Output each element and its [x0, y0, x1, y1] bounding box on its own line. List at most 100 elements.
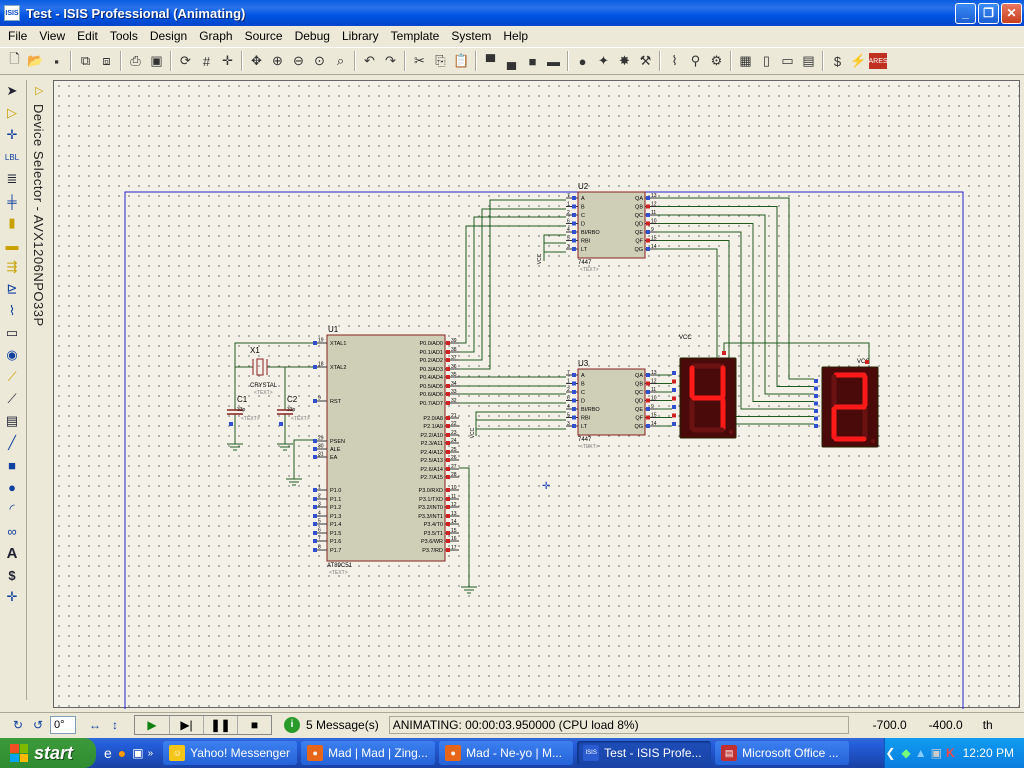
buses-icon[interactable]: ╪: [0, 190, 24, 212]
rotate-cw-icon[interactable]: ↻: [8, 718, 28, 732]
quicklaunch-ie-icon[interactable]: e: [104, 745, 112, 761]
paste-icon[interactable]: 📋: [451, 51, 472, 72]
start-button[interactable]: start: [0, 738, 96, 768]
export-icon[interactable]: ⧈: [96, 51, 117, 72]
tray-arrow-icon[interactable]: ❮: [885, 746, 895, 760]
goto-sheet-icon[interactable]: ▤: [798, 51, 819, 72]
marker-tool-icon[interactable]: ✛: [0, 586, 24, 608]
zoom-all-icon[interactable]: ⊙: [309, 51, 330, 72]
quicklaunch-firefox-icon[interactable]: ●: [118, 745, 126, 761]
units-indicator[interactable]: th: [983, 718, 993, 732]
save-icon[interactable]: ▪: [46, 51, 67, 72]
import-icon[interactable]: ⧉: [75, 51, 96, 72]
pause-button[interactable]: ❚❚: [203, 715, 237, 734]
zoom-area-icon[interactable]: ⌕: [330, 51, 351, 72]
mirror-y-icon[interactable]: ↕: [106, 718, 124, 732]
messages-info-icon[interactable]: i: [284, 716, 300, 733]
menu-graph[interactable]: Graph: [193, 29, 238, 43]
task-firefox-mad-zing[interactable]: ● Mad | Mad | Zing...: [301, 741, 436, 765]
terminals-icon[interactable]: ▬: [0, 234, 24, 256]
tray-printer-icon[interactable]: ▣: [931, 746, 942, 760]
redo-icon[interactable]: ↷: [380, 51, 401, 72]
menu-help[interactable]: Help: [497, 29, 534, 43]
selection-mode-icon[interactable]: ➤: [0, 80, 24, 102]
symbol-tool-icon[interactable]: $: [0, 564, 24, 586]
generator-icon[interactable]: ⌇: [0, 300, 24, 322]
tray-antivirus-icon[interactable]: K: [946, 746, 955, 760]
task-yahoo-messenger[interactable]: ☺ Yahoo! Messenger: [163, 741, 298, 765]
graph-mode-icon[interactable]: ⊵: [0, 278, 24, 300]
title-bar[interactable]: ISIS Test - ISIS Professional (Animating…: [0, 0, 1024, 26]
task-microsoft-office[interactable]: ▤ Microsoft Office ...: [715, 741, 850, 765]
menu-design[interactable]: Design: [144, 29, 193, 43]
virtual-instruments-icon[interactable]: ⟋: [0, 388, 24, 410]
menu-system[interactable]: System: [445, 29, 497, 43]
tray-shield-icon[interactable]: ▲: [915, 746, 927, 760]
menu-tools[interactable]: Tools: [104, 29, 144, 43]
origin-icon[interactable]: ✛: [217, 51, 238, 72]
property-tool-icon[interactable]: ⚙: [706, 51, 727, 72]
zoom-out-icon[interactable]: ⊖: [288, 51, 309, 72]
bill-of-materials-icon[interactable]: $: [827, 51, 848, 72]
quicklaunch-show-desktop-icon[interactable]: ▣: [132, 746, 143, 760]
electrical-rule-check-icon[interactable]: ⚡: [848, 51, 869, 72]
block-move-icon[interactable]: ▄: [501, 51, 522, 72]
pan-icon[interactable]: ✥: [246, 51, 267, 72]
menu-view[interactable]: View: [33, 29, 71, 43]
packaging-tool-icon[interactable]: ✸: [614, 51, 635, 72]
task-isis[interactable]: ISIS Test - ISIS Profe...: [577, 741, 712, 765]
junction-dot-icon[interactable]: ✛: [0, 124, 24, 146]
block-copy-icon[interactable]: ▀: [480, 51, 501, 72]
make-device-icon[interactable]: ✦: [593, 51, 614, 72]
menu-edit[interactable]: Edit: [71, 29, 104, 43]
voltage-probe-icon[interactable]: ◉: [0, 344, 24, 366]
minimize-button[interactable]: _: [955, 3, 976, 24]
copy-icon[interactable]: ⎘: [430, 51, 451, 72]
refresh-icon[interactable]: ⟳: [175, 51, 196, 72]
play-button[interactable]: ▶: [135, 716, 169, 734]
print-icon[interactable]: ⎙: [125, 51, 146, 72]
print-area-icon[interactable]: ▣: [146, 51, 167, 72]
undo-icon[interactable]: ↶: [359, 51, 380, 72]
close-button[interactable]: ✕: [1001, 3, 1022, 24]
box-tool-icon[interactable]: ■: [0, 454, 24, 476]
2d-graphics-icon[interactable]: ▤: [0, 410, 24, 432]
new-file-icon[interactable]: 🗋: [4, 51, 25, 72]
tray-network-icon[interactable]: ◆: [901, 746, 910, 760]
ares-netlist-icon[interactable]: ARES: [868, 53, 888, 69]
task-firefox-mad-neyo[interactable]: ● Mad - Ne-yo | M...: [439, 741, 574, 765]
wire-label-icon[interactable]: LBL: [0, 146, 24, 168]
circle-tool-icon[interactable]: ●: [0, 476, 24, 498]
search-tag-icon[interactable]: ⚲: [685, 51, 706, 72]
menu-file[interactable]: File: [2, 29, 33, 43]
maximize-button[interactable]: ❐: [978, 3, 999, 24]
menu-debug[interactable]: Debug: [289, 29, 336, 43]
pick-device-icon[interactable]: ●: [572, 51, 593, 72]
grid-icon[interactable]: #: [196, 51, 217, 72]
device-pins-icon[interactable]: ⇶: [0, 256, 24, 278]
rotation-angle-field[interactable]: 0°: [50, 715, 76, 734]
current-probe-icon[interactable]: ⟋: [0, 366, 24, 388]
new-sheet-icon[interactable]: ▯: [756, 51, 777, 72]
line-tool-icon[interactable]: ╱: [0, 432, 24, 454]
menu-source[interactable]: Source: [239, 29, 289, 43]
open-folder-icon[interactable]: 📂: [25, 51, 46, 72]
menu-library[interactable]: Library: [336, 29, 385, 43]
cut-icon[interactable]: ✂: [409, 51, 430, 72]
quicklaunch-more-icon[interactable]: »: [148, 748, 154, 759]
step-button[interactable]: ▶|: [169, 715, 203, 734]
zoom-in-icon[interactable]: ⊕: [267, 51, 288, 72]
schematic-canvas[interactable]: U1 AT89C51 <TEXT> 19 XTAL1 18 XTAL2 9 RST 29 PSEN 3…: [53, 80, 1020, 709]
tape-recorder-icon[interactable]: ▭: [0, 322, 24, 344]
decompose-icon[interactable]: ⚒: [635, 51, 656, 72]
text-tool-icon[interactable]: A: [0, 542, 24, 564]
messages-count[interactable]: 5 Message(s): [306, 718, 379, 732]
path-tool-icon[interactable]: ∞: [0, 520, 24, 542]
text-script-icon[interactable]: ≣: [0, 168, 24, 190]
rotate-ccw-icon[interactable]: ↺: [28, 718, 48, 732]
component-mode-icon[interactable]: ▷: [0, 102, 24, 124]
device-selector-panel[interactable]: ▷ Device Selector - AVX1206NPO33P: [26, 80, 52, 700]
block-rotate-icon[interactable]: ■: [522, 51, 543, 72]
wire-autorouter-icon[interactable]: ⌇: [664, 51, 685, 72]
design-explorer-icon[interactable]: ▦: [735, 51, 756, 72]
